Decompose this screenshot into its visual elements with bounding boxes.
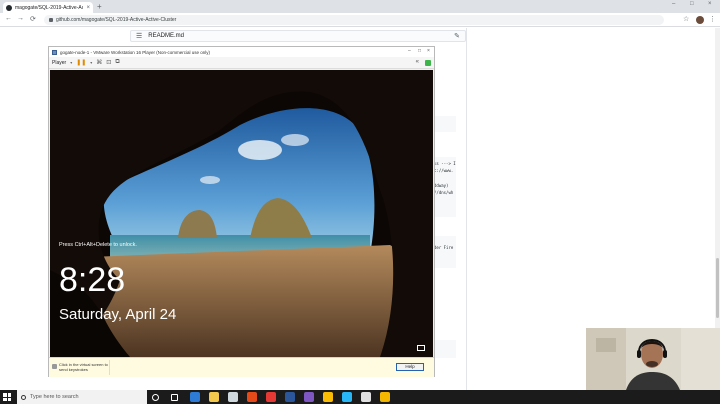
forward-button[interactable]: → — [17, 15, 24, 22]
browser-menu-button[interactable]: ⋮ — [709, 15, 716, 23]
vmware-status-bar: Click in the virtual screen to send keys… — [49, 357, 434, 377]
vm-maximize-button[interactable]: □ — [418, 48, 421, 54]
store-icon[interactable] — [228, 392, 238, 402]
keyboard-icon — [52, 364, 57, 369]
new-tab-button[interactable]: + — [97, 2, 102, 11]
network-icon[interactable]: « — [416, 59, 419, 66]
office-icon[interactable] — [247, 392, 257, 402]
lock-icon — [49, 18, 53, 22]
code-snippet: der Fire — [434, 245, 454, 250]
windows-taskbar: Type here to search — [0, 390, 720, 404]
vmware-icon[interactable] — [380, 392, 390, 402]
browser-toolbar: ← → ⟳ github.com/magogate/SQL-2019-Activ… — [0, 13, 720, 27]
vm-close-button[interactable]: × — [427, 48, 430, 54]
webcam-overlay — [586, 328, 720, 390]
pause-icon[interactable]: ❚❚ — [76, 59, 86, 66]
code-block — [434, 340, 456, 358]
virtual-machine-screen[interactable]: Press Ctrl+Alt+Delete to unlock. 8:28 Sa… — [50, 70, 433, 357]
webcam-person-image — [586, 328, 720, 390]
ease-of-access-icon[interactable] — [417, 345, 425, 351]
word-icon[interactable] — [285, 392, 295, 402]
divider — [109, 360, 110, 375]
code-snippet: <s ---> I — [434, 161, 456, 166]
profile-avatar[interactable] — [696, 16, 704, 24]
code-snippet: ddway) — [434, 183, 449, 188]
chevron-down-icon[interactable]: ▾ — [70, 60, 72, 65]
scrollbar-thumb[interactable] — [716, 258, 719, 318]
search-placeholder: Type here to search — [30, 394, 79, 400]
help-button[interactable]: Help — [396, 363, 424, 371]
bookmark-star-icon[interactable]: ☆ — [683, 15, 689, 23]
tab-title: magogate/SQL-2019-Active-Acti — [15, 4, 84, 11]
edge-icon[interactable] — [190, 392, 200, 402]
unlock-prompt: Press Ctrl+Alt+Delete to unlock. — [59, 242, 137, 248]
browser-tab[interactable]: magogate/SQL-2019-Active-Acti × — [3, 2, 93, 13]
vmware-toolbar: Player ▾ ❚❚ ▾ ⌘ ⊡ ⧉ « — [49, 57, 434, 69]
address-bar[interactable]: github.com/magogate/SQL-2019-Active-Acti… — [44, 15, 664, 25]
search-icon — [21, 394, 26, 400]
readme-header: ☰ README.md ✎ — [130, 30, 466, 42]
cortana-icon[interactable] — [152, 393, 159, 401]
edit-pencil-icon[interactable]: ✎ — [454, 32, 460, 40]
security-icon[interactable] — [266, 392, 276, 402]
taskbar-search-box[interactable]: Type here to search — [17, 390, 147, 404]
url-text: github.com/magogate/SQL-2019-Active-Acti… — [56, 17, 177, 23]
tab-close-button[interactable]: × — [86, 5, 90, 11]
photos-icon[interactable] — [342, 392, 352, 402]
lock-screen-time: 8:28 — [59, 261, 126, 299]
table-of-contents-icon[interactable]: ☰ — [136, 32, 142, 40]
chrome-icon[interactable] — [323, 392, 333, 402]
windows-start-icon[interactable] — [3, 393, 11, 401]
unity-icon[interactable]: ⧉ — [115, 59, 119, 66]
vmware-title-bar: gogate-node-1 - VMware Workstation 16 Pl… — [49, 47, 434, 57]
lock-screen-date: Saturday, April 24 — [59, 306, 177, 323]
vmware-window-title: gogate-node-1 - VMware Workstation 16 Pl… — [60, 49, 210, 55]
content-border — [466, 28, 467, 390]
vmware-app-icon — [52, 49, 57, 55]
fit-window-icon[interactable]: ⊡ — [106, 59, 111, 66]
send-ctrl-alt-del-icon[interactable]: ⌘ — [96, 59, 102, 66]
close-window-button[interactable]: × — [708, 1, 712, 7]
minimize-button[interactable]: – — [672, 1, 675, 7]
code-snippet: c://www. — [434, 168, 454, 173]
vmware-player-window: gogate-node-1 - VMware Workstation 16 Pl… — [48, 46, 435, 377]
reload-button[interactable]: ⟳ — [30, 15, 36, 23]
vm-minimize-button[interactable]: – — [408, 48, 411, 54]
browser-tab-strip: magogate/SQL-2019-Active-Acti × + – □ × — [0, 0, 720, 13]
code-block — [434, 236, 456, 268]
code-block — [434, 116, 456, 132]
code-snippet: //dns/wh — [434, 190, 454, 195]
paint-icon[interactable] — [304, 392, 314, 402]
file-explorer-icon[interactable] — [209, 392, 219, 402]
player-menu[interactable]: Player — [52, 60, 66, 66]
back-button[interactable]: ← — [5, 15, 12, 22]
readme-file-name: README.md — [148, 33, 184, 39]
obs-icon[interactable] — [361, 392, 371, 402]
status-hint: Click in the virtual screen to send keys… — [59, 362, 108, 372]
chevron-down-icon[interactable]: ▾ — [90, 60, 92, 65]
task-view-icon[interactable] — [171, 393, 178, 401]
maximize-button[interactable]: □ — [690, 1, 694, 7]
message-log-icon[interactable] — [425, 60, 431, 66]
github-icon — [6, 4, 12, 11]
